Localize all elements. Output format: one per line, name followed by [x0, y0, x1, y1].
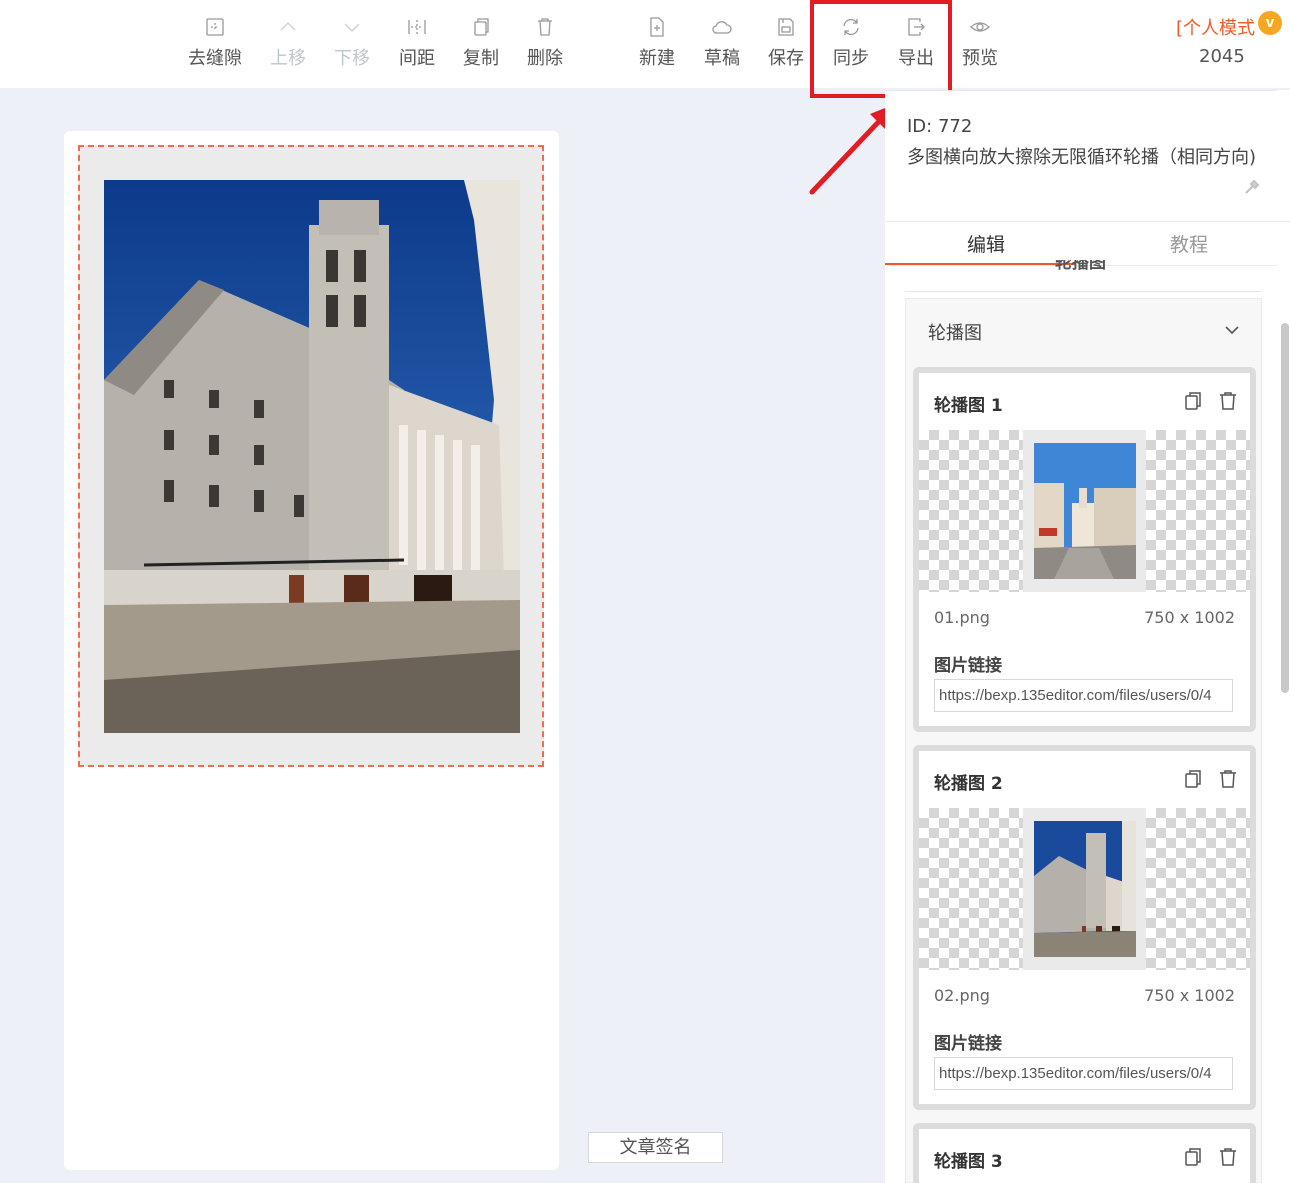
remove-gap-label: 去缝隙	[188, 48, 242, 69]
new-label: 新建	[639, 48, 675, 69]
image-preview-strip[interactable]	[919, 430, 1250, 592]
copy-icon	[470, 16, 492, 38]
trash-icon[interactable]	[1217, 1146, 1239, 1168]
draft-button[interactable]: 草稿	[690, 12, 754, 76]
remove-gap-button[interactable]: 去缝隙	[183, 12, 247, 76]
image-link-input[interactable]: https://bexp.135editor.com/files/users/0…	[934, 1057, 1233, 1090]
tab-edit[interactable]: 编辑	[967, 230, 1005, 257]
tab-tutorial[interactable]: 教程	[1170, 230, 1208, 257]
remove-gap-icon	[204, 16, 226, 38]
carousel-item-3: 轮播图 3	[913, 1123, 1256, 1183]
copy-icon[interactable]	[1182, 390, 1204, 412]
panel-scrollbar[interactable]	[1281, 323, 1289, 693]
chevron-up-icon	[277, 16, 299, 38]
copy-icon[interactable]	[1182, 1146, 1204, 1168]
template-id: ID: 772	[907, 116, 973, 137]
save-icon	[775, 16, 797, 38]
carousel-main-image	[104, 180, 520, 733]
template-title: 多图横向放大擦除无限循环轮播（相同方向)	[907, 147, 1257, 168]
delete-button[interactable]: 删除	[513, 12, 577, 76]
move-up-label: 上移	[270, 48, 306, 69]
article-signature-button[interactable]: 文章签名	[588, 1132, 723, 1163]
active-tab-underline	[885, 263, 1075, 265]
eye-icon	[969, 16, 991, 38]
vip-badge-icon: v	[1258, 11, 1282, 35]
transparent-placeholder	[1146, 808, 1250, 970]
transparent-placeholder	[1146, 430, 1250, 592]
trash-icon[interactable]	[1217, 390, 1239, 412]
copy-label: 复制	[463, 48, 499, 69]
carousel-thumbnail	[1034, 443, 1136, 579]
preview-button[interactable]: 预览	[948, 12, 1012, 76]
save-button[interactable]: 保存	[754, 12, 818, 76]
top-toolbar: 去缝隙 上移 下移 间距 复制 删除 新建 草稿 保存 同步 导出 预览 [个人…	[0, 0, 1290, 88]
spacing-button[interactable]: 间距	[385, 12, 449, 76]
mode-number: 2045	[1199, 46, 1245, 67]
carousel-item-title: 轮播图 2	[934, 774, 1003, 794]
accordion-title[interactable]: 轮播图	[928, 319, 982, 345]
new-button[interactable]: 新建	[625, 12, 689, 76]
transparent-placeholder	[919, 430, 1023, 592]
panel-top-divider	[885, 90, 1277, 91]
chevron-down-icon	[341, 16, 363, 38]
carousel-item-1: 轮播图 1 01.png 750 x 1002 图片链接 https://bex…	[913, 367, 1256, 732]
section-separator	[905, 291, 1261, 292]
trash-icon	[534, 16, 556, 38]
move-down-button[interactable]: 下移	[320, 12, 384, 76]
preview-label: 预览	[962, 48, 998, 69]
image-link-label: 图片链接	[934, 656, 1002, 676]
tools-icon[interactable]	[1243, 178, 1261, 196]
carousel-accordion: 轮播图 轮播图 1 01.png 750 x 1002 图片链接 https:/…	[905, 298, 1262, 1183]
cloud-icon	[711, 16, 733, 38]
transparent-placeholder	[919, 808, 1023, 970]
carousel-thumbnail	[1034, 821, 1136, 957]
copy-button[interactable]: 复制	[449, 12, 513, 76]
properties-panel: ID: 772 多图横向放大擦除无限循环轮播（相同方向) 编辑 教程 轮播图 轮…	[885, 90, 1290, 1183]
image-preview-strip[interactable]	[919, 808, 1250, 970]
carousel-item-title: 轮播图 3	[934, 1152, 1003, 1172]
image-link-input[interactable]: https://bexp.135editor.com/files/users/0…	[934, 679, 1233, 712]
new-file-icon	[646, 16, 668, 38]
move-down-label: 下移	[334, 48, 370, 69]
image-link-label: 图片链接	[934, 1034, 1002, 1054]
delete-label: 删除	[527, 48, 563, 69]
trash-icon[interactable]	[1217, 768, 1239, 790]
carousel-item-2: 轮播图 2 02.png 750 x 1002 图片链接 https://bex…	[913, 745, 1256, 1110]
move-up-button[interactable]: 上移	[256, 12, 320, 76]
section-heading-peek: 轮播图	[1055, 260, 1106, 273]
tabs-top-line	[885, 221, 1290, 222]
annotation-highlight-box	[810, 0, 952, 98]
selected-carousel-block[interactable]	[78, 145, 544, 767]
image-dimensions: 750 x 1002	[1144, 608, 1235, 627]
image-file-name: 02.png	[934, 986, 990, 1005]
image-dimensions: 750 x 1002	[1144, 986, 1235, 1005]
image-file-name: 01.png	[934, 608, 990, 627]
carousel-item-title: 轮播图 1	[934, 396, 1003, 416]
chevron-down-icon[interactable]	[1224, 323, 1240, 337]
save-label: 保存	[768, 48, 804, 69]
copy-icon[interactable]	[1182, 768, 1204, 790]
spacing-label: 间距	[399, 48, 435, 69]
editor-canvas[interactable]	[64, 131, 559, 1170]
personal-mode-link[interactable]: [个人模式	[1176, 14, 1255, 40]
spacing-icon	[406, 16, 428, 38]
draft-label: 草稿	[704, 48, 740, 69]
